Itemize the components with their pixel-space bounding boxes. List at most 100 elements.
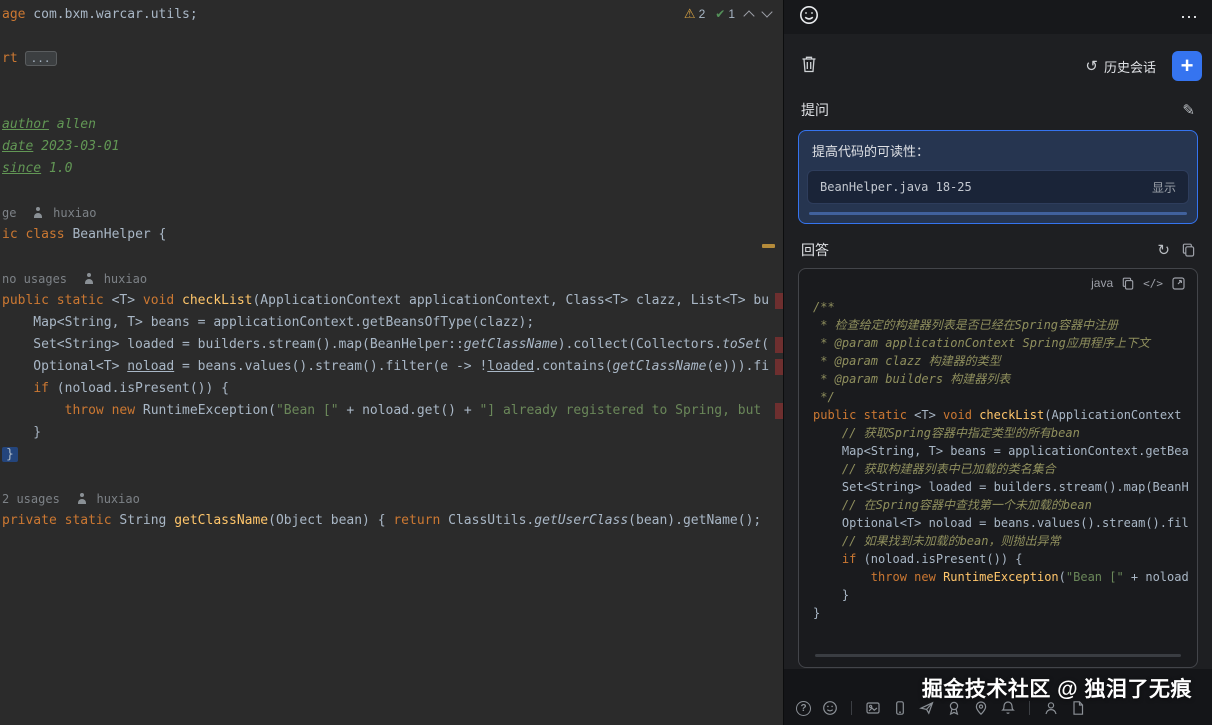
ai-assistant-panel: ⋯ ↺ 历史会话 + 提问 ✎ 提高代码的可读性： BeanHelper.jav… — [783, 0, 1212, 725]
toolbar-divider — [851, 701, 852, 715]
panel-topbar: ⋯ — [784, 0, 1212, 34]
code-line: since 1.0 — [2, 161, 73, 176]
code-line: rt... — [2, 48, 783, 70]
overflow-marker — [775, 403, 783, 419]
code-line: throw new RuntimeException("Bean [" + no… — [2, 400, 783, 422]
code-line: * @param applicationContext Spring应用程序上下… — [813, 336, 1150, 350]
answer-code-lines: /** * 检查给定的构建器列表是否已经在Spring容器中注册 * @para… — [799, 292, 1197, 628]
code-line: 2 usages huxiao — [2, 492, 140, 506]
question-label: 提问 — [801, 102, 829, 118]
screen: age com.bxm.warcar.utils; rt... author all… — [0, 0, 1212, 725]
code-line: Map<String, T> beans = applicationContex… — [813, 444, 1189, 458]
code-line: // 获取构建器列表中已加载的类名集合 — [813, 462, 1056, 476]
code-line: // 在Spring容器中查找第一个未加载的bean — [813, 498, 1092, 512]
code-line: Set<String> loaded = builders.stream().m… — [813, 480, 1189, 494]
code-line: } — [813, 588, 850, 602]
ok-count: 1 — [728, 7, 735, 21]
prev-issue-chevron-icon[interactable] — [743, 10, 755, 22]
question-scrollbar[interactable] — [809, 212, 1187, 215]
code-line: } — [813, 606, 821, 620]
inspections-widget[interactable]: ⚠ 2 ✔ 1 — [679, 4, 775, 24]
editor-code-lines: age com.bxm.warcar.utils; rt... author all… — [0, 0, 783, 532]
code-line: public static <T> void checkList(Applica… — [813, 408, 1189, 422]
code-editor[interactable]: age com.bxm.warcar.utils; rt... author all… — [0, 0, 783, 725]
code-line: * 检查给定的构建器列表是否已经在Spring容器中注册 — [813, 318, 1119, 332]
help-icon[interactable]: ? — [796, 701, 811, 716]
code-line: // 获取Spring容器中指定类型的所有bean — [813, 426, 1080, 440]
edit-question-icon[interactable]: ✎ — [1182, 101, 1195, 119]
code-line: if (noload.isPresent()) { — [33, 381, 229, 396]
warning-count: 2 — [698, 7, 706, 21]
phone-icon[interactable] — [892, 700, 908, 716]
emoji-icon[interactable] — [822, 700, 838, 716]
expand-code-icon[interactable] — [1172, 276, 1185, 290]
code-line: Map<String, T> beans = applicationContex… — [2, 315, 535, 330]
code-line: throw new RuntimeException("Bean [" + no… — [870, 570, 1189, 584]
answer-label: 回答 — [801, 242, 829, 258]
code-line: public static <T> void checkList(Applica… — [2, 290, 783, 312]
answer-code-card: java </> /** * 检查给定的构建器列表是否已经在Spring容器中注… — [798, 268, 1198, 668]
code-line: no usages huxiao — [2, 272, 148, 286]
code-line: ic class BeanHelper { — [2, 227, 167, 242]
code-line: * @param clazz 构建器的类型 — [813, 354, 1001, 368]
code-line: Optional<T> noload = beans.values().stre… — [813, 516, 1189, 530]
watermark: 掘金技术社区 @ 独泪了无痕 — [921, 678, 1192, 701]
insert-code-icon[interactable]: </> — [1143, 277, 1163, 290]
code-line: } — [2, 444, 783, 466]
language-label: java — [1091, 276, 1114, 290]
question-card: 提高代码的可读性： BeanHelper.java 18-25 显示 — [798, 130, 1198, 224]
copy-answer-icon[interactable] — [1182, 243, 1195, 257]
code-line: ge huxiao — [2, 206, 97, 220]
code-line: date 2023-03-01 — [2, 139, 120, 154]
check-icon: ✔ — [715, 7, 726, 21]
author-avatar-icon — [83, 273, 94, 284]
code-line: age com.bxm.warcar.utils; — [2, 7, 198, 22]
overflow-marker — [775, 293, 783, 309]
code-line: if (noload.isPresent()) { — [841, 552, 1023, 566]
overflow-marker — [775, 359, 783, 375]
more-options-icon[interactable]: ⋯ — [1180, 8, 1198, 26]
new-session-button[interactable]: + — [1172, 51, 1202, 81]
next-issue-chevron-icon[interactable] — [761, 6, 773, 18]
regenerate-icon[interactable]: ↻ — [1157, 241, 1170, 259]
show-link[interactable]: 显示 — [1152, 179, 1176, 196]
code-line: } — [2, 425, 42, 440]
code-line: * @param builders 构建器列表 — [813, 372, 1011, 386]
warning-icon: ⚠ — [683, 6, 696, 21]
code-line: Set<String> loaded = builders.stream().m… — [2, 334, 783, 356]
file-reference-chip[interactable]: BeanHelper.java 18-25 显示 — [807, 170, 1189, 204]
code-line: author allen — [2, 117, 96, 132]
toolbar-divider — [1029, 701, 1030, 715]
code-line: */ — [813, 390, 835, 404]
question-section-header: 提问 ✎ — [784, 100, 1212, 120]
code-line: private static String getClassName(Objec… — [2, 513, 762, 528]
ok-indicator[interactable]: ✔ 1 — [715, 7, 735, 21]
assistant-smiley-icon — [798, 4, 820, 31]
code-line: Optional<T> noload = beans.values().stre… — [2, 356, 783, 378]
code-line: // 如果找到未加载的bean，则抛出异常 — [813, 534, 1061, 548]
code-line: /** — [813, 300, 835, 314]
history-label: 历史会话 — [1103, 59, 1156, 75]
author-avatar-icon — [76, 493, 87, 504]
question-text: 提高代码的可读性： — [812, 144, 930, 159]
overflow-marker — [775, 337, 783, 353]
delete-session-button[interactable] — [801, 55, 817, 78]
copy-code-icon[interactable] — [1122, 277, 1134, 290]
warnings-indicator[interactable]: ⚠ 2 — [684, 6, 705, 22]
author-avatar-icon — [33, 207, 44, 218]
answer-section-header: 回答 ↻ — [784, 240, 1212, 260]
code-horizontal-scrollbar[interactable] — [815, 654, 1181, 657]
code-card-header: java </> — [799, 269, 1197, 292]
scrollbar-warning-stripe[interactable] — [762, 244, 775, 248]
history-sessions-button[interactable]: ↺ 历史会话 — [1085, 57, 1156, 76]
history-icon: ↺ — [1085, 58, 1098, 75]
screenshot-icon[interactable] — [865, 700, 881, 716]
session-toolbar: ↺ 历史会话 + — [784, 46, 1212, 86]
file-reference: BeanHelper.java 18-25 — [820, 180, 972, 194]
